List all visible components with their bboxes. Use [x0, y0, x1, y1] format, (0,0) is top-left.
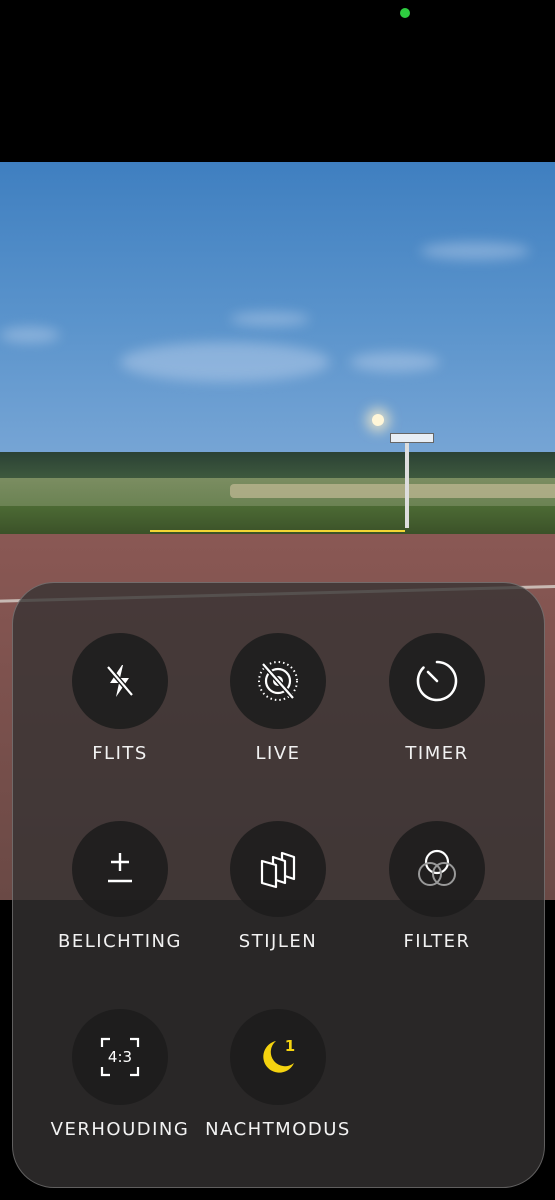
camera-in-use-indicator	[400, 8, 410, 18]
timer-control[interactable]: TIMER	[357, 633, 517, 783]
night-mode-value: 1	[285, 1037, 295, 1055]
level-indicator	[150, 530, 405, 532]
aspect-ratio-control[interactable]: 4:3 VERHOUDING	[40, 1009, 200, 1159]
styles-button[interactable]	[230, 821, 326, 917]
camera-controls-panel: FLITS LIVE TIMER BELICHTING STIJLEN FILT…	[12, 582, 545, 1188]
timer-icon	[416, 660, 458, 702]
timer-label: TIMER	[405, 743, 469, 764]
filter-control[interactable]: FILTER	[357, 821, 517, 971]
street-sign	[390, 433, 434, 443]
aspect-ratio-icon: 4:3	[100, 1037, 140, 1077]
night-mode-label: NACHTMODUS	[205, 1119, 351, 1140]
exposure-control[interactable]: BELICHTING	[40, 821, 200, 971]
live-control[interactable]: LIVE	[198, 633, 358, 783]
filter-icon	[418, 849, 456, 886]
night-mode-control[interactable]: 1 NACHTMODUS	[198, 1009, 358, 1159]
timer-button[interactable]	[389, 633, 485, 729]
flash-off-icon	[106, 665, 134, 697]
treeline	[0, 452, 555, 478]
flash-button[interactable]	[72, 633, 168, 729]
flash-control[interactable]: FLITS	[40, 633, 200, 783]
live-button[interactable]	[230, 633, 326, 729]
filter-label: FILTER	[403, 931, 471, 952]
night-mode-icon: 1	[263, 1037, 295, 1073]
filter-button[interactable]	[389, 821, 485, 917]
moon	[372, 414, 384, 426]
night-mode-button[interactable]: 1	[230, 1009, 326, 1105]
aspect-ratio-button[interactable]: 4:3	[72, 1009, 168, 1105]
aspect-ratio-value: 4:3	[108, 1048, 132, 1066]
photographic-styles-icon	[260, 851, 296, 889]
live-photo-off-icon	[258, 661, 298, 701]
street-sign-pole	[405, 440, 409, 528]
styles-control[interactable]: STIJLEN	[198, 821, 358, 971]
exposure-icon	[108, 853, 132, 883]
exposure-button[interactable]	[72, 821, 168, 917]
